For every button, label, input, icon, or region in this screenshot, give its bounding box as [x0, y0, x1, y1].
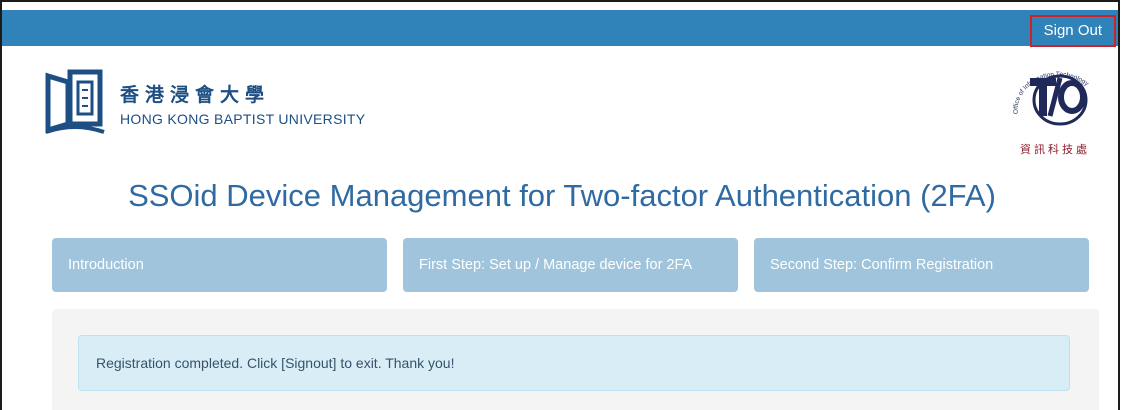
step-tabs: Introduction First Step: Set up / Manage…: [52, 238, 1089, 292]
step-introduction[interactable]: Introduction: [52, 238, 387, 292]
ito-logo: Office of Information Technology 資訊科技處: [1008, 66, 1102, 157]
university-name-en: HONG KONG BAPTIST UNIVERSITY: [120, 110, 366, 127]
university-name-zh: 香港浸會大學: [120, 83, 271, 106]
university-name: 香港浸會大學 HONG KONG BAPTIST UNIVERSITY: [120, 80, 365, 127]
content-panel: Registration completed. Click [Signout] …: [52, 309, 1099, 410]
top-navbar: Sign Out: [2, 10, 1118, 47]
ito-logo-icon: Office of Information Technology: [1013, 71, 1090, 126]
browser-frame: Sign Out 香港浸會大學 HONG KONG BAPTIST UNIVER…: [0, 0, 1120, 410]
university-logo: 香港浸會大學 HONG KONG BAPTIST UNIVERSITY: [44, 68, 365, 138]
registration-completed-alert: Registration completed. Click [Signout] …: [78, 335, 1070, 391]
page-title: SSOid Device Management for Two-factor A…: [128, 178, 996, 213]
hkbu-logo-icon: [45, 69, 105, 134]
step-second-confirm-registration[interactable]: Second Step: Confirm Registration: [754, 238, 1089, 292]
step-first-setup-device[interactable]: First Step: Set up / Manage device for 2…: [403, 238, 738, 292]
sign-out-button[interactable]: Sign Out: [1029, 15, 1116, 47]
ito-name-zh: 資訊科技處: [1020, 143, 1090, 156]
